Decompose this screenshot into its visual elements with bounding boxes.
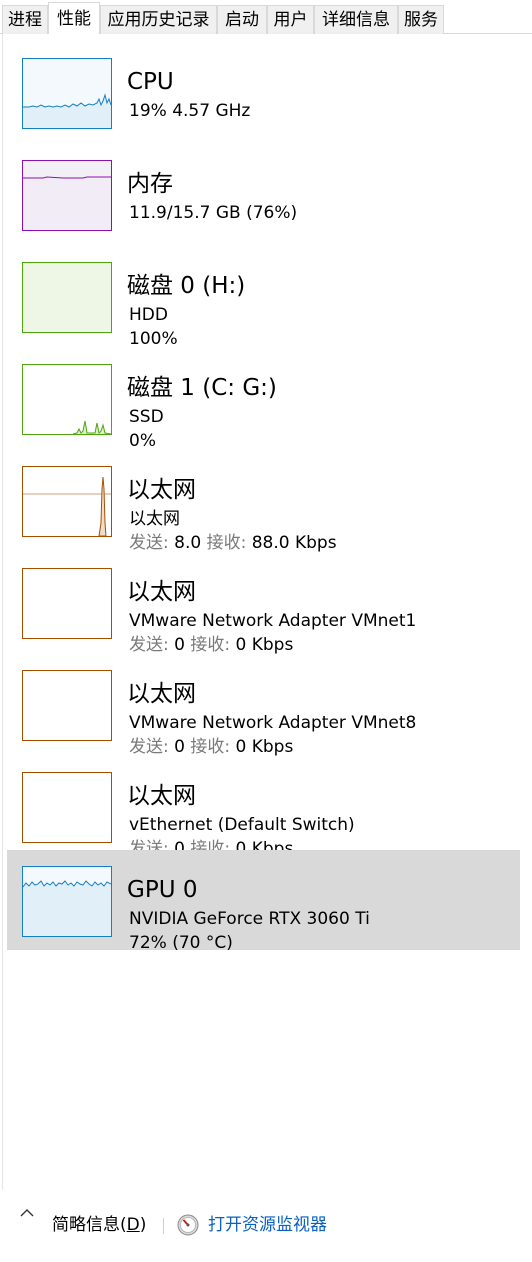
resource-item-cpu[interactable]: CPU 19% 4.57 GHz	[7, 38, 520, 138]
resource-subtitle: 以太网	[129, 509, 180, 529]
resource-title: 以太网	[127, 579, 196, 605]
disk-0-usage-graph	[23, 263, 111, 332]
resource-item-gpu-0[interactable]: GPU 0 NVIDIA GeForce RTX 3060 Ti 72% (70…	[7, 850, 520, 953]
ethernet-throughput-graph	[23, 476, 111, 536]
resource-item-ethernet-vmnet1[interactable]: 以太网 VMware Network Adapter VMnet1 发送: 0 …	[7, 548, 520, 655]
footer-bar: 简略信息(D) 打开资源监视器	[0, 1190, 532, 1262]
tab-services[interactable]: 服务	[398, 5, 444, 34]
gpu-usage-graph	[23, 880, 111, 936]
tab-bar: 进程 性能 应用历史记录 启动 用户 详细信息 服务	[0, 0, 532, 35]
tab-users[interactable]: 用户	[267, 5, 314, 34]
resource-value: 72% (70 °C)	[129, 933, 233, 953]
resource-title: 以太网	[127, 783, 196, 809]
fewer-details-button[interactable]: 简略信息(D)	[52, 1214, 146, 1236]
resource-subtitle: SSD	[129, 407, 164, 427]
resource-item-disk-0[interactable]: 磁盘 0 (H:) HDD 100%	[7, 242, 520, 349]
resource-title: GPU 0	[127, 877, 198, 903]
tab-app-history[interactable]: 应用历史记录	[100, 5, 217, 34]
resource-subtitle: HDD	[129, 305, 168, 325]
resource-title: 磁盘 0 (H:)	[127, 273, 246, 299]
disk-0-usage-thumbnail	[22, 262, 112, 333]
resource-item-disk-1[interactable]: 磁盘 1 (C: G:) SSD 0%	[7, 344, 520, 451]
memory-usage-graph	[23, 176, 111, 230]
task-manager-window: 进程 性能 应用历史记录 启动 用户 详细信息 服务 CPU 19% 4.57 …	[0, 0, 532, 1262]
memory-usage-thumbnail	[22, 160, 112, 231]
footer-separator	[163, 1218, 164, 1234]
resource-title: 内存	[127, 171, 173, 197]
resource-item-memory[interactable]: 内存 11.9/15.7 GB (76%)	[7, 140, 520, 240]
ethernet-throughput-thumbnail	[22, 772, 112, 843]
resource-subtitle: VMware Network Adapter VMnet8	[129, 713, 417, 733]
cpu-usage-thumbnail	[22, 58, 112, 129]
resource-subtitle: vEthernet (Default Switch)	[129, 815, 355, 835]
open-resource-monitor-link[interactable]: 打开资源监视器	[208, 1214, 327, 1236]
resource-title: 磁盘 1 (C: G:)	[127, 375, 277, 401]
resource-title: 以太网	[127, 477, 196, 503]
gpu-usage-thumbnail	[22, 866, 112, 937]
resource-title: CPU	[127, 69, 174, 95]
fewer-details-close: )	[139, 1215, 147, 1235]
fewer-details-label: 简略信息(	[52, 1215, 127, 1235]
performance-resource-list: CPU 19% 4.57 GHz 内存 11.9/15.7 GB (76%) 磁…	[0, 34, 532, 1190]
list-divider	[2, 34, 3, 1190]
resource-subtitle: VMware Network Adapter VMnet1	[129, 611, 417, 631]
tab-performance[interactable]: 性能	[48, 2, 100, 35]
fewer-details-accesskey: D	[126, 1215, 140, 1235]
resource-title: 以太网	[127, 681, 196, 707]
resource-item-ethernet-vmnet8[interactable]: 以太网 VMware Network Adapter VMnet8 发送: 0 …	[7, 650, 520, 757]
disk-1-usage-thumbnail	[22, 364, 112, 435]
disk-1-usage-graph	[72, 420, 111, 434]
resource-subtitle: 19% 4.57 GHz	[129, 101, 251, 121]
ethernet-throughput-thumbnail	[22, 466, 112, 537]
tab-processes[interactable]: 进程	[2, 5, 48, 34]
ethernet-throughput-thumbnail	[22, 670, 112, 741]
chevron-up-icon[interactable]	[20, 1206, 34, 1220]
resource-item-ethernet[interactable]: 以太网 以太网 发送: 8.0 接收: 88.0 Kbps	[7, 446, 520, 553]
tab-startup[interactable]: 启动	[217, 5, 267, 34]
cpu-usage-graph	[23, 93, 111, 128]
resource-item-ethernet-vethernet[interactable]: 以太网 vEthernet (Default Switch) 发送: 0 接收:…	[7, 752, 520, 859]
resource-subtitle: NVIDIA GeForce RTX 3060 Ti	[129, 909, 370, 929]
resource-monitor-icon[interactable]	[177, 1214, 199, 1236]
tab-details[interactable]: 详细信息	[314, 5, 398, 34]
ethernet-throughput-thumbnail	[22, 568, 112, 639]
resource-subtitle: 11.9/15.7 GB (76%)	[129, 203, 298, 223]
